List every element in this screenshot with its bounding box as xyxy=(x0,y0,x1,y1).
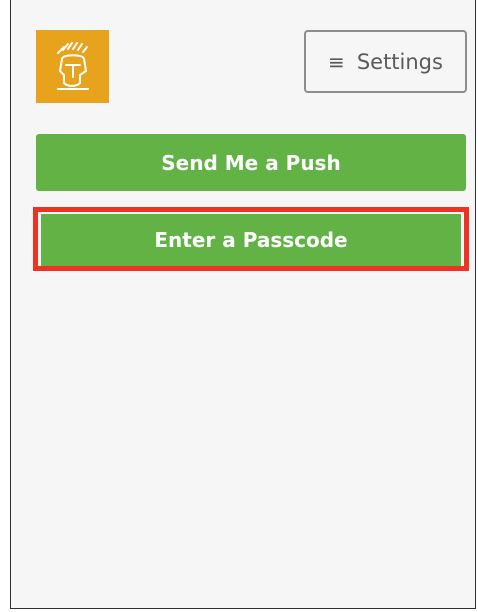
hamburger-menu-icon: ≡ xyxy=(328,49,345,74)
auth-panel: ≡ Settings Send Me a Push Enter a Passco… xyxy=(10,0,476,609)
settings-label: Settings xyxy=(356,49,443,74)
settings-button[interactable]: ≡ Settings xyxy=(304,30,467,93)
enter-passcode-button[interactable]: Enter a Passcode xyxy=(41,214,461,266)
spartan-helmet-icon xyxy=(36,30,109,103)
send-push-button[interactable]: Send Me a Push xyxy=(36,134,466,191)
